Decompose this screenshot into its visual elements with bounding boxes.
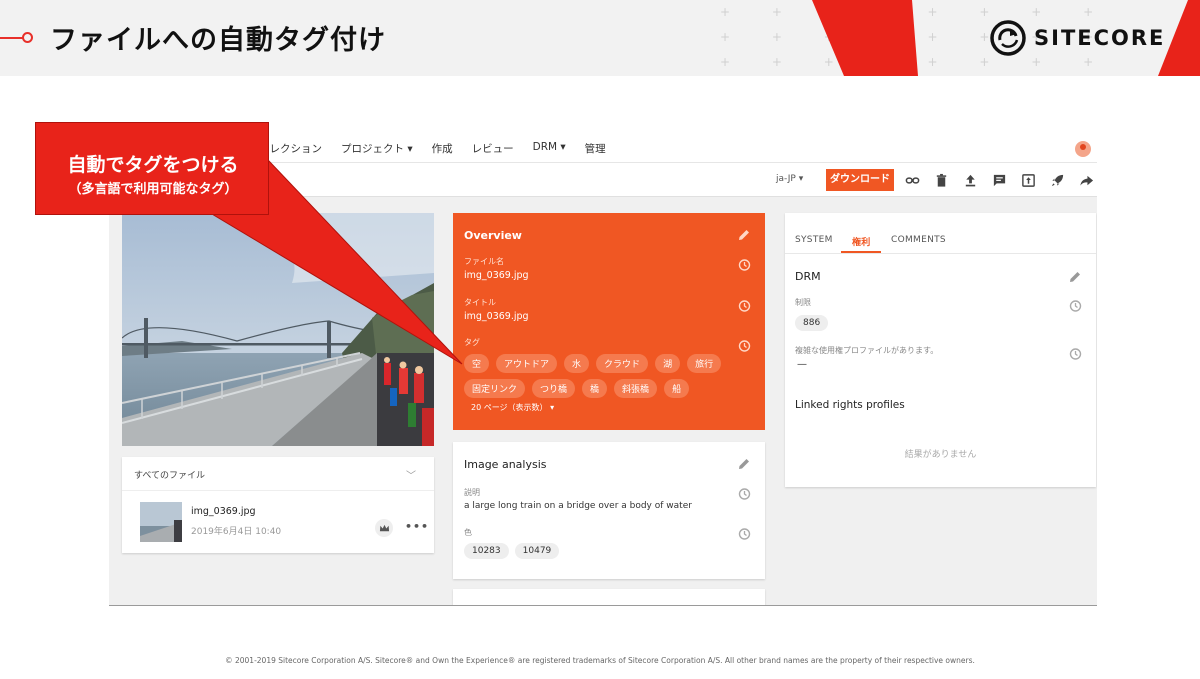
drm-title: DRM [795,270,821,283]
sitecore-logo-text: SITECORE [1034,26,1166,50]
description-label: 説明 [464,488,480,497]
tag-chip[interactable]: 橋 [582,379,608,398]
toolbar-actions [903,171,1096,189]
user-avatar[interactable] [1075,141,1091,157]
slide-header: ファイルへの自動タグ付け + + + + + + + + + + + + + +… [0,0,1200,76]
overview-panel: Overview ファイル名 img_0369.jpg タイトル img_036… [453,213,765,430]
all-files-panel: すべてのファイル ﹀ img_0369.jpg 2019年6月4日 10:40 … [122,457,434,553]
history-icon[interactable] [1068,299,1082,313]
page-size-select[interactable]: 20 ページ（表示数） ▾ [471,402,554,413]
limit-value-chip[interactable]: 886 [795,315,829,331]
forward-icon[interactable] [1077,171,1096,189]
all-files-title: すべてのファイル [134,471,206,481]
nav-menu: コレクション プロジェクト ▾ 作成 レビュー DRM ▾ 管理 [259,141,606,156]
more-options-icon[interactable]: ••• [405,520,429,533]
chevron-down-icon[interactable]: ﹀ [406,467,416,482]
color-chip[interactable]: 10479 [514,543,560,559]
history-icon[interactable] [737,258,751,272]
tag-chip[interactable]: 湖 [655,354,681,373]
title-label: タイトル [464,298,496,307]
profiles-value: — [797,359,807,370]
upload-icon[interactable] [961,171,980,189]
share-box-icon[interactable] [1019,171,1038,189]
nav-item-create[interactable]: 作成 [432,141,453,156]
callout-sub-text: （多言語で利用可能なタグ） [68,182,238,197]
history-icon[interactable] [737,527,751,541]
limit-label: 制限 [795,298,811,307]
history-icon[interactable] [737,299,751,313]
tab-system[interactable]: SYSTEM [795,235,833,245]
history-icon[interactable] [737,339,751,353]
nav-item-admin[interactable]: 管理 [585,141,606,156]
rights-panel: SYSTEM 権利 COMMENTS DRM 制限 886 複雑な使用権プロファ… [785,213,1096,487]
filename-value: img_0369.jpg [464,270,529,281]
rocket-icon[interactable] [1048,171,1067,189]
file-date: 2019年6月4日 10:40 [191,527,282,537]
collapsed-panel [453,589,765,605]
tag-chip[interactable]: 固定リンク [464,379,526,398]
tag-chip[interactable]: 旅行 [687,354,722,373]
tag-chip[interactable]: 空 [464,354,490,373]
tag-list: 空 アウトドア 水 クラウド 湖 旅行 固定リンク つり橋 橋 斜張橋 船 [464,354,724,398]
nav-item-review[interactable]: レビュー [472,141,514,156]
nav-item-projects[interactable]: プロジェクト ▾ [341,141,413,156]
file-name[interactable]: img_0369.jpg [191,506,256,517]
download-button[interactable]: ダウンロード [826,169,894,191]
description-value: a large long train on a bridge over a bo… [464,501,692,511]
color-chip[interactable]: 10283 [464,543,509,559]
file-thumbnail[interactable] [140,502,182,542]
pencil-icon[interactable] [737,457,751,471]
overview-title: Overview [464,229,522,242]
link-icon[interactable] [903,171,922,189]
tag-chip[interactable]: クラウド [596,354,649,373]
comment-icon[interactable] [990,171,1009,189]
sitecore-logo: SITECORE [990,20,1165,56]
all-files-header[interactable]: すべてのファイル ﹀ [122,457,434,491]
tag-chip[interactable]: アウトドア [496,354,558,373]
bridge-photo [122,213,434,446]
history-icon[interactable] [1068,347,1082,361]
linked-rights-title: Linked rights profiles [795,399,905,411]
color-label: 色 [464,528,472,537]
history-icon[interactable] [737,487,751,501]
tag-chip[interactable]: つり橋 [532,379,576,398]
callout-main-text: 自動でタグをつける [67,154,239,176]
asset-preview-image[interactable] [122,213,434,446]
tag-chip[interactable]: 斜張橋 [614,379,658,398]
no-results-text: 結果がありません [904,450,977,460]
tab-comments[interactable]: COMMENTS [891,235,946,245]
image-analysis-title: Image analysis [464,458,547,471]
crown-icon[interactable] [375,519,393,537]
callout-box: 自動でタグをつける （多言語で利用可能なタグ） [35,122,269,215]
language-select[interactable]: ja-JP ▾ [776,174,803,184]
image-analysis-panel: Image analysis 説明 a large long train on … [453,442,765,579]
tab-rights[interactable]: 権利 [852,235,871,248]
color-chip-list: 10283 10479 [464,543,560,559]
tag-chip[interactable]: 船 [664,379,690,398]
tag-chip[interactable]: 水 [564,354,590,373]
trash-icon[interactable] [932,171,951,189]
title-value: img_0369.jpg [464,311,529,322]
filename-label: ファイル名 [464,257,504,266]
nav-item-drm[interactable]: DRM ▾ [533,141,566,156]
rights-tabs: SYSTEM 権利 COMMENTS [785,213,1096,254]
sitecore-logo-icon [990,20,1026,56]
pencil-icon[interactable] [1068,270,1082,284]
active-tab-indicator [841,251,881,253]
pencil-icon[interactable] [737,228,751,242]
tags-label: タグ [464,338,480,347]
copyright-footer: © 2001-2019 Sitecore Corporation A/S. Si… [225,656,975,665]
profiles-note: 複雑な使用権プロファイルがあります。 [795,346,939,355]
